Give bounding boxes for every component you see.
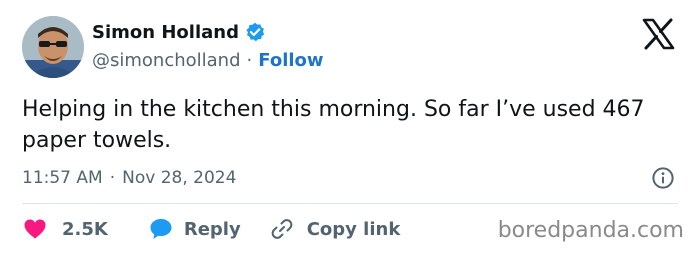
copy-link-label: Copy link [306, 218, 401, 240]
verified-badge-icon [245, 22, 265, 42]
tweet-date: Nov 28, 2024 [122, 168, 237, 188]
watermark: boredpanda.com [497, 218, 684, 243]
timestamp-separator: · [109, 168, 116, 188]
x-logo-icon[interactable] [640, 18, 676, 50]
copy-link-button[interactable]: Copy link [269, 216, 401, 242]
info-icon[interactable] [651, 166, 675, 190]
handle-separator: · [246, 49, 253, 71]
author-name-row: Simon Holland [92, 20, 265, 44]
reply-label: Reply [183, 218, 241, 240]
heart-icon [22, 216, 48, 242]
like-count: 2.5K [62, 218, 108, 240]
author-handle-row: @simoncholland · Follow [92, 48, 324, 72]
tweet-card: Simon Holland @simoncholland · Follow He… [0, 0, 700, 256]
tweet-time: 11:57 AM [22, 168, 103, 188]
link-icon [269, 216, 295, 242]
avatar-photo [22, 16, 84, 78]
reply-button[interactable]: Reply [148, 216, 241, 242]
follow-button[interactable]: Follow [258, 50, 323, 71]
author-display-name[interactable]: Simon Holland [92, 22, 239, 43]
like-button[interactable]: 2.5K [22, 216, 108, 242]
divider [22, 203, 678, 204]
speech-bubble-icon [148, 216, 174, 242]
action-bar: 2.5K Reply Copy link [22, 214, 400, 244]
avatar[interactable] [22, 16, 84, 78]
author-handle[interactable]: @simoncholland [92, 50, 241, 71]
tweet-text: Helping in the kitchen this morning. So … [22, 97, 645, 153]
tweet-timestamp[interactable]: 11:57 AM · Nov 28, 2024 [22, 166, 236, 190]
